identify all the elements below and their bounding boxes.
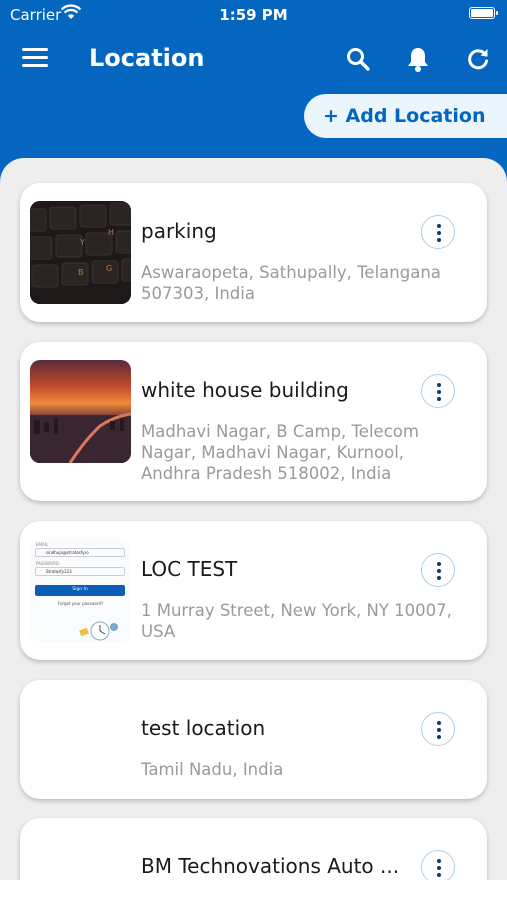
location-address: Madhavi Nagar, B Camp, Telecom Nagar, Ma… [141, 422, 419, 483]
location-address: Tamil Nadu, India [141, 760, 284, 779]
location-card[interactable]: test location Tamil Nadu, India [20, 680, 487, 799]
bottom-safe-area [0, 880, 507, 900]
add-location-button[interactable]: + Add Location [304, 94, 507, 138]
location-card[interactable]: BM Technovations Auto ... [20, 818, 487, 880]
bell-icon[interactable] [403, 44, 433, 74]
more-vertical-icon [437, 562, 441, 566]
thumb-email-value: sindhuja@stratosfy.io [46, 550, 89, 555]
page-title: Location [89, 44, 205, 72]
more-vertical-icon [437, 859, 441, 863]
more-vertical-icon [437, 383, 441, 387]
thumb-signin-label: Sign In [72, 587, 88, 592]
more-options-button[interactable] [421, 553, 455, 587]
location-card[interactable]: EMAIL sindhuja@stratosfy.io PASSWORD Str… [20, 521, 487, 660]
menu-icon[interactable] [22, 48, 48, 70]
location-address: 1 Murray Street, New York, NY 10007, USA [141, 601, 452, 641]
more-vertical-icon [437, 224, 441, 228]
thumb-password-value: Stratosfy123 [46, 569, 72, 574]
more-options-button[interactable] [421, 215, 455, 249]
location-title: parking [141, 219, 217, 243]
location-title: LOC TEST [141, 557, 238, 581]
more-options-button[interactable] [421, 850, 455, 880]
location-thumbnail: Y H B G [30, 201, 131, 304]
location-address: Aswaraopeta, Sathupally, Telangana 50730… [141, 263, 441, 303]
more-options-button[interactable] [421, 374, 455, 408]
svg-text:G: G [106, 264, 112, 273]
battery-icon [469, 7, 498, 19]
thumb-email-label: EMAIL [36, 542, 49, 547]
login-screenshot-thumbnail: EMAIL sindhuja@stratosfy.io PASSWORD Str… [30, 539, 131, 642]
status-time: 1:59 PM [219, 6, 288, 24]
thumb-forgot-label: Forgot your password? [57, 601, 104, 606]
search-icon[interactable] [343, 44, 373, 74]
location-title: white house building [141, 378, 349, 402]
location-thumbnail [30, 360, 131, 463]
svg-text:B: B [78, 268, 84, 277]
location-title: BM Technovations Auto ... [141, 854, 400, 878]
location-title: test location [141, 716, 266, 740]
location-card[interactable]: Y H B G parking Aswaraopeta, Sathupally, Te… [20, 183, 487, 322]
svg-text:H: H [108, 228, 114, 237]
more-options-button[interactable] [421, 712, 455, 746]
thumb-password-label: PASSWORD [36, 561, 59, 566]
more-vertical-icon [437, 721, 441, 725]
app-header: Location [0, 28, 507, 92]
refresh-icon[interactable] [463, 44, 493, 74]
location-card[interactable]: white house building Madhavi Nagar, B Ca… [20, 342, 487, 501]
svg-text:Y: Y [79, 238, 85, 247]
location-list: Y H B G parking Aswaraopeta, Sathupally, Te… [0, 158, 507, 880]
status-bar: Carrier 1:59 PM [0, 0, 507, 28]
